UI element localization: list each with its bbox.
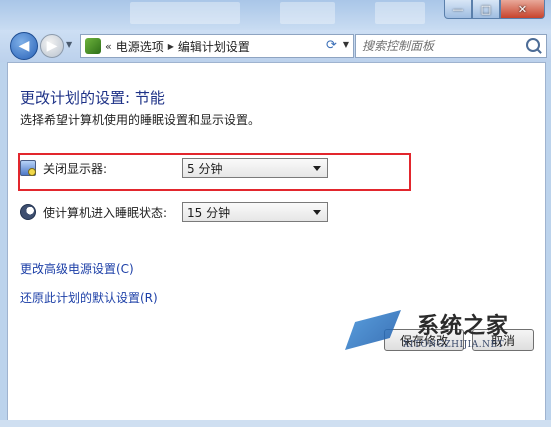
watermark-url: XITONGZHIJIA.NET bbox=[403, 340, 505, 350]
display-off-select[interactable]: 5 分钟 bbox=[182, 158, 328, 178]
background-window-fragment bbox=[375, 2, 425, 24]
breadcrumb-chevron-icon[interactable]: ▶ bbox=[168, 42, 174, 51]
monitor-power-icon bbox=[20, 160, 36, 176]
background-window-fragment bbox=[130, 2, 240, 24]
chevron-down-icon bbox=[313, 210, 321, 215]
address-dropdown-icon[interactable]: ▼ bbox=[343, 40, 349, 49]
forward-button[interactable]: ▶ bbox=[40, 34, 64, 58]
page-subtitle: 选择希望计算机使用的睡眠设置和显示设置。 bbox=[20, 113, 261, 127]
control-panel-icon bbox=[85, 38, 101, 54]
close-button[interactable]: ✕ bbox=[500, 0, 545, 19]
background-window-fragment bbox=[0, 420, 551, 427]
sleep-label: 使计算机进入睡眠状态: bbox=[43, 206, 168, 220]
content-pane: 更改计划的设置: 节能 选择希望计算机使用的睡眠设置和显示设置。 关闭显示器: … bbox=[7, 62, 546, 422]
maximize-button[interactable]: □ bbox=[472, 0, 500, 19]
minimize-button[interactable]: — bbox=[444, 0, 472, 19]
search-input[interactable] bbox=[362, 39, 512, 53]
background-window-fragment bbox=[280, 2, 335, 24]
watermark-logo: 系统之家 XITONGZHIJIA.NET bbox=[345, 308, 545, 360]
page-title: 更改计划的设置: 节能 bbox=[20, 89, 165, 107]
address-bar[interactable]: « 电源选项 ▶ 编辑计划设置 ▼ bbox=[80, 34, 354, 58]
search-box[interactable] bbox=[355, 34, 547, 58]
breadcrumb-item-edit-plan[interactable]: 编辑计划设置 bbox=[178, 38, 250, 55]
house-logo-icon bbox=[345, 310, 401, 350]
display-off-value: 5 分钟 bbox=[187, 161, 223, 176]
breadcrumb-item-power-options[interactable]: 电源选项 bbox=[116, 38, 164, 55]
navigation-bar: ◀ ▶ ▼ « 电源选项 ▶ 编辑计划设置 ▼ ⟳ bbox=[0, 30, 551, 62]
back-button[interactable]: ◀ bbox=[10, 32, 38, 60]
refresh-icon[interactable]: ⟳ bbox=[326, 39, 340, 53]
chevron-down-icon bbox=[313, 166, 321, 171]
restore-defaults-link[interactable]: 还原此计划的默认设置(R) bbox=[20, 289, 158, 306]
sleep-value: 15 分钟 bbox=[187, 205, 231, 220]
search-icon[interactable] bbox=[526, 38, 540, 52]
watermark-title: 系统之家 bbox=[417, 314, 510, 339]
sleep-select[interactable]: 15 分钟 bbox=[182, 202, 328, 222]
recent-pages-dropdown-icon[interactable]: ▼ bbox=[66, 40, 72, 49]
advanced-settings-link[interactable]: 更改高级电源设置(C) bbox=[20, 260, 134, 277]
window-titlebar: — □ ✕ bbox=[0, 0, 551, 30]
display-off-label: 关闭显示器: bbox=[43, 162, 108, 176]
moon-icon bbox=[20, 204, 36, 220]
breadcrumb-overflow[interactable]: « bbox=[105, 40, 112, 53]
window-controls: — □ ✕ bbox=[444, 0, 545, 19]
